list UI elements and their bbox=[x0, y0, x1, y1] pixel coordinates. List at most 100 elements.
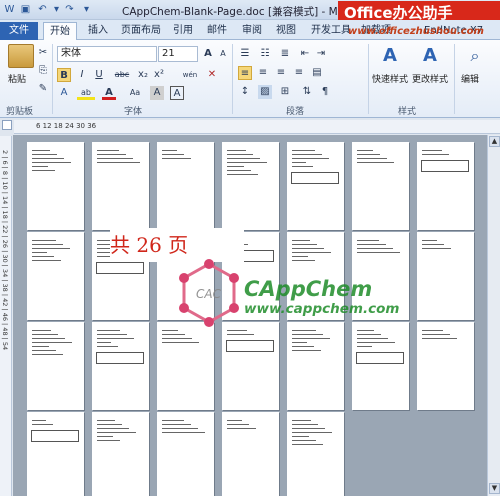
page-text-line bbox=[357, 248, 393, 250]
align-center-icon[interactable]: ≡ bbox=[256, 66, 270, 80]
page-thumbnail[interactable] bbox=[157, 412, 214, 496]
page-text-line bbox=[422, 244, 444, 246]
paste-icon[interactable] bbox=[8, 44, 34, 68]
page-thumbnail[interactable] bbox=[157, 322, 214, 410]
bold-button[interactable]: B bbox=[57, 68, 71, 82]
align-right-icon[interactable]: ≡ bbox=[274, 66, 288, 80]
editing-button[interactable]: 编辑 bbox=[461, 72, 479, 85]
page-text-line bbox=[162, 342, 199, 344]
page-text-line bbox=[292, 158, 329, 160]
page-thumbnail[interactable] bbox=[92, 412, 149, 496]
page-text-line bbox=[97, 440, 120, 442]
tab-mailings[interactable]: 邮件 bbox=[201, 22, 233, 40]
bullets-icon[interactable]: ☰ bbox=[238, 47, 252, 61]
page-thumbnail[interactable] bbox=[287, 322, 344, 410]
change-case-button[interactable]: Aa bbox=[126, 86, 144, 100]
multilevel-list-icon[interactable]: ≣ bbox=[278, 47, 292, 61]
page-thumbnail[interactable] bbox=[27, 232, 84, 320]
page-thumbnail[interactable] bbox=[352, 322, 409, 410]
horizontal-ruler[interactable]: 6 12 18 24 30 36 bbox=[14, 120, 500, 134]
page-text-line bbox=[292, 440, 316, 442]
page-thumbnail[interactable] bbox=[27, 322, 84, 410]
page-thumbnail[interactable] bbox=[92, 142, 149, 230]
highlight-button[interactable]: ab bbox=[77, 86, 95, 100]
page-text-line bbox=[292, 424, 318, 426]
tab-insert[interactable]: 插入 bbox=[82, 22, 114, 40]
editing-icon[interactable]: ⌕ bbox=[463, 44, 487, 68]
numbering-icon[interactable]: ☷ bbox=[258, 47, 272, 61]
decrease-indent-icon[interactable]: ⇤ bbox=[298, 47, 312, 61]
clear-format-icon[interactable]: ✕ bbox=[205, 68, 219, 82]
customize-toolbar-icon[interactable]: ▾ bbox=[80, 3, 93, 16]
page-thumbnail[interactable] bbox=[417, 322, 474, 410]
page-thumbnail[interactable] bbox=[417, 232, 474, 320]
undo-dropdown-icon[interactable]: ▾ bbox=[50, 3, 63, 16]
paste-button[interactable]: 粘贴 bbox=[8, 72, 26, 85]
shading-icon[interactable]: ▨ bbox=[258, 85, 272, 99]
change-styles-icon[interactable]: A bbox=[418, 44, 442, 68]
page-thumbnail[interactable] bbox=[222, 412, 279, 496]
page-text-line bbox=[227, 330, 247, 332]
change-styles-button[interactable]: 更改样式 bbox=[412, 72, 448, 85]
page-text-line bbox=[357, 334, 381, 336]
page-text-line bbox=[422, 154, 449, 156]
undo-icon[interactable]: ↶ bbox=[36, 3, 49, 16]
copy-icon[interactable]: ⎘ bbox=[36, 64, 50, 78]
tab-references[interactable]: 引用 bbox=[167, 22, 199, 40]
sort-icon[interactable]: ⇅ bbox=[300, 85, 314, 99]
tab-selector[interactable] bbox=[2, 120, 12, 130]
page-thumbnail[interactable] bbox=[92, 322, 149, 410]
page-thumbnail[interactable] bbox=[222, 142, 279, 230]
tab-file[interactable]: 文件 bbox=[0, 22, 38, 40]
char-border-button[interactable]: A bbox=[170, 86, 184, 100]
page-text-line bbox=[162, 338, 192, 340]
justify-icon[interactable]: ≡ bbox=[292, 66, 306, 80]
distributed-icon[interactable]: ▤ bbox=[310, 66, 324, 80]
vertical-scrollbar[interactable]: ▲ ▼ bbox=[487, 135, 500, 496]
format-painter-icon[interactable]: ✎ bbox=[36, 82, 50, 96]
font-name-select[interactable]: 宋体 bbox=[57, 46, 157, 62]
page-text-line bbox=[422, 240, 437, 242]
text-effects-icon[interactable]: A bbox=[57, 86, 71, 100]
scroll-down-icon[interactable]: ▼ bbox=[489, 483, 500, 494]
subscript-button[interactable]: x₂ bbox=[136, 68, 150, 82]
tab-view[interactable]: 视图 bbox=[270, 22, 302, 40]
redo-icon[interactable]: ↷ bbox=[63, 3, 76, 16]
grow-font-icon[interactable]: A bbox=[201, 47, 215, 61]
line-spacing-icon[interactable]: ↕ bbox=[238, 85, 252, 99]
page-text-line bbox=[227, 158, 260, 160]
underline-button[interactable]: U bbox=[92, 68, 106, 82]
page-thumbnail[interactable] bbox=[287, 142, 344, 230]
page-text-line bbox=[357, 162, 394, 164]
tab-review[interactable]: 审阅 bbox=[236, 22, 268, 40]
increase-indent-icon[interactable]: ⇥ bbox=[314, 47, 328, 61]
font-color-button[interactable]: A bbox=[102, 86, 116, 100]
align-left-icon[interactable]: ≡ bbox=[238, 66, 252, 80]
superscript-button[interactable]: x² bbox=[152, 68, 166, 82]
quick-styles-button[interactable]: 快速样式 bbox=[372, 72, 408, 85]
page-text-line bbox=[422, 338, 457, 340]
strikethrough-button[interactable]: abc bbox=[112, 68, 132, 82]
show-marks-icon[interactable]: ¶ bbox=[318, 85, 332, 99]
tab-page-layout[interactable]: 页面布局 bbox=[115, 22, 167, 40]
tab-home[interactable]: 开始 bbox=[43, 22, 77, 41]
phonetic-guide-button[interactable]: wén bbox=[180, 68, 200, 82]
page-thumbnail[interactable] bbox=[287, 412, 344, 496]
font-size-select[interactable]: 21 bbox=[158, 46, 198, 62]
italic-button[interactable]: I bbox=[75, 68, 89, 82]
word-icon[interactable]: W bbox=[3, 3, 16, 16]
borders-icon[interactable]: ⊞ bbox=[278, 85, 292, 99]
page-thumbnail[interactable] bbox=[222, 322, 279, 410]
save-icon[interactable]: ▣ bbox=[19, 3, 32, 16]
scroll-up-icon[interactable]: ▲ bbox=[489, 136, 500, 147]
page-thumbnail[interactable] bbox=[417, 142, 474, 230]
vertical-ruler[interactable]: 2 | 6 | 8 | 10 | 14 | 18 | 22 | 26 | 30 … bbox=[0, 136, 12, 496]
shrink-font-icon[interactable]: A bbox=[216, 47, 230, 61]
page-thumbnail[interactable] bbox=[157, 142, 214, 230]
quick-styles-icon[interactable]: A bbox=[378, 44, 402, 68]
page-thumbnail[interactable] bbox=[352, 142, 409, 230]
page-thumbnail[interactable] bbox=[27, 412, 84, 496]
char-shading-button[interactable]: A bbox=[150, 86, 164, 100]
page-thumbnail[interactable] bbox=[27, 142, 84, 230]
cut-icon[interactable]: ✂ bbox=[36, 46, 50, 60]
